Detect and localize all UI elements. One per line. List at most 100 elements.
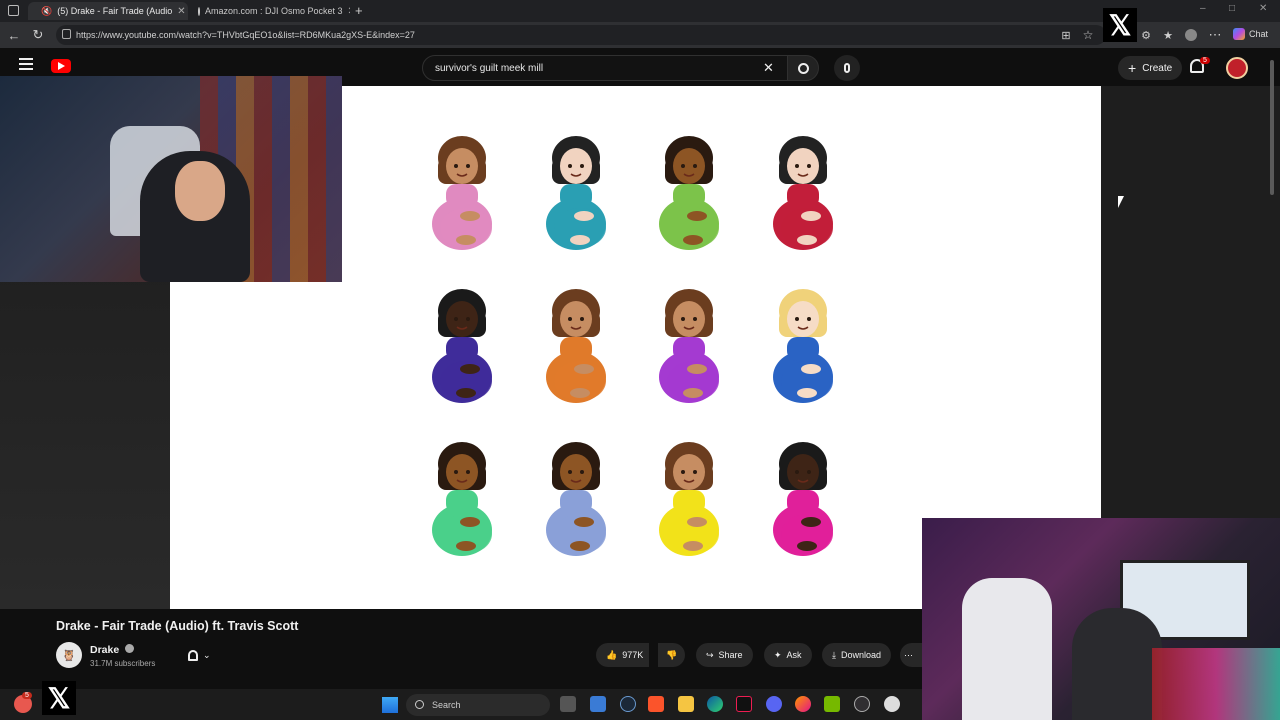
maximize-icon[interactable]: □ xyxy=(1229,3,1235,14)
brave-icon[interactable] xyxy=(648,696,664,712)
microphone-icon xyxy=(844,63,850,73)
refresh-icon[interactable]: ↻ xyxy=(30,27,46,43)
favorites-icon[interactable]: ★ xyxy=(1160,27,1176,43)
windows-taskbar: 5 𝕏 Search xyxy=(0,681,922,720)
share-arrow-icon: ↪ xyxy=(706,649,714,660)
pregnant-woman-emoji xyxy=(546,442,606,556)
url-field[interactable]: https://www.youtube.com/watch?v=THVbtGqE… xyxy=(56,25,1106,45)
app-icon[interactable] xyxy=(884,696,900,712)
minimize-icon[interactable]: – xyxy=(1200,3,1206,14)
steam-icon[interactable] xyxy=(620,696,636,712)
browser-tab-bar: 🔇 (5) Drake - Fair Trade (Audio ✕ Amazon… xyxy=(0,0,1280,22)
profile-icon[interactable] xyxy=(1183,27,1199,43)
youtube-logo-icon[interactable] xyxy=(51,59,71,73)
webcam-person xyxy=(1072,608,1162,720)
create-button[interactable]: + Create xyxy=(1118,56,1183,80)
discord-icon[interactable] xyxy=(766,696,782,712)
pregnant-woman-emoji xyxy=(659,289,719,403)
file-icon[interactable] xyxy=(590,696,606,712)
search-query: survivor's guilt meek mill xyxy=(435,62,544,74)
search-icon xyxy=(415,700,424,709)
copilot-chat-button[interactable]: Chat xyxy=(1233,28,1268,40)
favorite-star-icon[interactable]: ☆ xyxy=(1080,27,1096,43)
close-tab-icon[interactable]: ✕ xyxy=(177,6,185,17)
pregnant-woman-emoji xyxy=(546,136,606,250)
video-info-section: Drake - Fair Trade (Audio) ft. Travis Sc… xyxy=(0,609,922,689)
verified-badge-icon xyxy=(125,644,135,653)
download-icon: ⤓ xyxy=(832,649,836,660)
address-bar-row: ← ↻ https://www.youtube.com/watch?v=THVb… xyxy=(0,8,1280,48)
extensions-icon[interactable]: ⚙ xyxy=(1138,27,1154,43)
pregnant-woman-emoji xyxy=(773,289,833,403)
search-input[interactable]: survivor's guilt meek mill ✕ xyxy=(422,55,788,81)
hamburger-menu-icon[interactable] xyxy=(19,58,33,70)
x-logo-icon: 𝕏 xyxy=(1103,8,1137,42)
pregnant-woman-emoji xyxy=(773,442,833,556)
tab-label: (5) Drake - Fair Trade (Audio xyxy=(57,6,173,16)
clear-search-icon[interactable]: ✕ xyxy=(763,60,774,76)
mute-icon[interactable]: 🔇 xyxy=(41,6,52,17)
pregnant-woman-emoji xyxy=(432,289,492,403)
tab-youtube[interactable]: 🔇 (5) Drake - Fair Trade (Audio ✕ xyxy=(28,2,188,20)
back-icon[interactable]: ← xyxy=(6,27,22,43)
like-button[interactable]: 👍 977K xyxy=(596,643,650,667)
more-actions-button[interactable]: ⋯ xyxy=(900,643,922,667)
dislike-button[interactable]: 👎 xyxy=(658,643,686,667)
edge-icon[interactable] xyxy=(707,696,723,712)
pregnant-woman-emoji xyxy=(432,136,492,250)
tiktok-icon[interactable] xyxy=(736,696,752,712)
like-count: 977K xyxy=(622,650,644,660)
create-label: Create xyxy=(1142,62,1173,74)
share-label: Share xyxy=(718,650,743,660)
video-title: Drake - Fair Trade (Audio) ft. Travis Sc… xyxy=(56,619,299,633)
url-text: https://www.youtube.com/watch?v=THVbtGqE… xyxy=(76,30,415,40)
pregnant-woman-emoji xyxy=(432,442,492,556)
share-button[interactable]: ↪ Share xyxy=(696,643,753,667)
more-dots-icon: ⋯ xyxy=(904,649,913,660)
mouse-cursor-icon xyxy=(1118,196,1124,208)
streamer-webcam-overlay xyxy=(0,76,342,282)
firefox-icon[interactable] xyxy=(795,696,811,712)
close-window-icon[interactable]: ✕ xyxy=(1259,3,1267,14)
notification-count-badge: 5 xyxy=(1200,57,1210,64)
more-menu-icon[interactable]: ⋯ xyxy=(1207,27,1223,43)
search-icon xyxy=(797,62,809,74)
ask-button[interactable]: ✦ Ask xyxy=(764,643,812,667)
taskbar-search-input[interactable]: Search xyxy=(406,694,550,716)
page-scrollbar[interactable] xyxy=(1270,60,1274,195)
webcam-face xyxy=(175,161,225,221)
thumbs-down-icon: 👎 xyxy=(666,649,678,660)
channel-name-text: Drake xyxy=(90,644,120,656)
pregnant-woman-emoji xyxy=(773,136,833,250)
download-label: Download xyxy=(840,650,882,660)
tab-actions-icon[interactable] xyxy=(8,5,19,16)
new-tab-icon[interactable]: + xyxy=(355,3,363,18)
download-button[interactable]: ⤓ Download xyxy=(822,643,892,667)
account-avatar[interactable] xyxy=(1226,57,1248,79)
file-explorer-icon[interactable] xyxy=(678,696,694,712)
globe-icon xyxy=(198,6,200,16)
obs-icon[interactable] xyxy=(854,696,870,712)
voice-search-button[interactable] xyxy=(834,55,860,81)
x-logo-icon: 𝕏 xyxy=(42,681,76,715)
tab-amazon[interactable]: Amazon.com : DJI Osmo Pocket 3 ✕ xyxy=(190,2,350,20)
channel-name[interactable]: Drake xyxy=(90,644,135,656)
pregnant-woman-emoji xyxy=(659,442,719,556)
webcam-desk-light xyxy=(1152,648,1280,720)
windows-start-icon[interactable] xyxy=(382,697,398,713)
site-info-icon[interactable] xyxy=(62,29,71,39)
tab-search-icon[interactable]: ⊞ xyxy=(1058,27,1074,43)
nvidia-icon[interactable] xyxy=(824,696,840,712)
chat-label: Chat xyxy=(1249,29,1269,39)
subscriber-count: 31.7M subscribers xyxy=(90,659,156,668)
pregnant-woman-emoji xyxy=(546,289,606,403)
webcam-chair xyxy=(962,578,1052,720)
pregnant-woman-emoji xyxy=(659,136,719,250)
search-button[interactable] xyxy=(787,55,819,81)
taskbar-search-placeholder: Search xyxy=(432,700,461,710)
sparkle-icon: ✦ xyxy=(774,649,782,660)
task-view-icon[interactable] xyxy=(560,696,576,712)
close-tab-icon[interactable]: ✕ xyxy=(348,6,350,17)
notification-subscribe-button[interactable]: ⌄ xyxy=(178,643,221,667)
channel-avatar[interactable]: 🦉 xyxy=(56,642,82,668)
